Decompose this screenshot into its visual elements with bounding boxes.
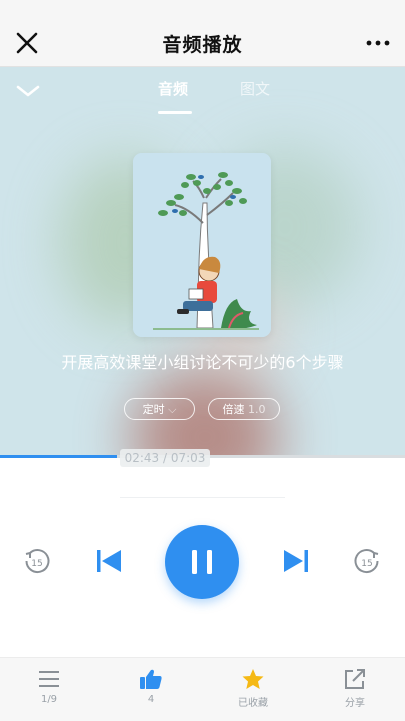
- pause-button[interactable]: [165, 525, 239, 599]
- player-hero: 音频 图文 开展高效课堂小组讨论不可少的6个步骤 定时 ⌵ 倍速 1.0: [0, 67, 405, 457]
- rewind-15-button[interactable]: 15: [22, 547, 52, 577]
- chevron-down-icon: ⌵: [168, 403, 177, 416]
- pause-icon: [192, 550, 212, 574]
- share-label: 分享: [345, 698, 365, 709]
- like-button[interactable]: 4: [121, 668, 181, 705]
- share-button[interactable]: 分享: [325, 668, 385, 709]
- chevron-down-icon[interactable]: [14, 83, 42, 99]
- playlist-count: 1/9: [40, 694, 58, 705]
- bottom-toolbar: 1/9 4 已收藏 分享: [0, 657, 405, 721]
- next-button[interactable]: [282, 548, 310, 574]
- timer-label: 定时: [142, 403, 165, 416]
- rewind-15-icon: 15: [25, 549, 50, 574]
- like-count: 4: [147, 694, 155, 705]
- star-icon: [242, 669, 264, 689]
- tab-audio[interactable]: 音频: [158, 78, 188, 99]
- active-tab-indicator: [158, 111, 192, 114]
- forward-15-button[interactable]: 15: [352, 547, 382, 577]
- previous-button[interactable]: [95, 548, 123, 574]
- timer-button[interactable]: 定时 ⌵: [124, 398, 195, 420]
- top-nav-bar: 音频播放: [0, 0, 405, 67]
- tab-article[interactable]: 图文: [240, 78, 270, 99]
- thumbs-up-icon: [140, 669, 162, 689]
- more-icon[interactable]: [365, 38, 391, 48]
- page-title: 音频播放: [162, 34, 243, 56]
- divider: [120, 497, 285, 498]
- cover-art: [133, 153, 271, 337]
- time-display: 02:43 / 07:03: [120, 449, 210, 467]
- previous-icon: [97, 550, 121, 572]
- track-title: 开展高效课堂小组讨论不可少的6个步骤: [61, 353, 344, 372]
- playlist-button[interactable]: 1/9: [19, 668, 79, 705]
- progress-fill: [0, 455, 118, 458]
- forward-15-label: 15: [361, 559, 372, 569]
- rewind-15-label: 15: [31, 559, 42, 569]
- speed-button[interactable]: 倍速 1.0: [208, 398, 280, 420]
- favorite-button[interactable]: 已收藏: [223, 668, 283, 709]
- forward-15-icon: 15: [354, 549, 379, 574]
- speed-value: 1.0: [248, 403, 266, 416]
- next-icon: [284, 550, 308, 572]
- cover-illustration: [133, 153, 271, 337]
- favorite-label: 已收藏: [238, 698, 268, 709]
- speed-label: 倍速: [222, 403, 245, 416]
- list-icon: [39, 671, 59, 687]
- share-icon: [345, 669, 365, 689]
